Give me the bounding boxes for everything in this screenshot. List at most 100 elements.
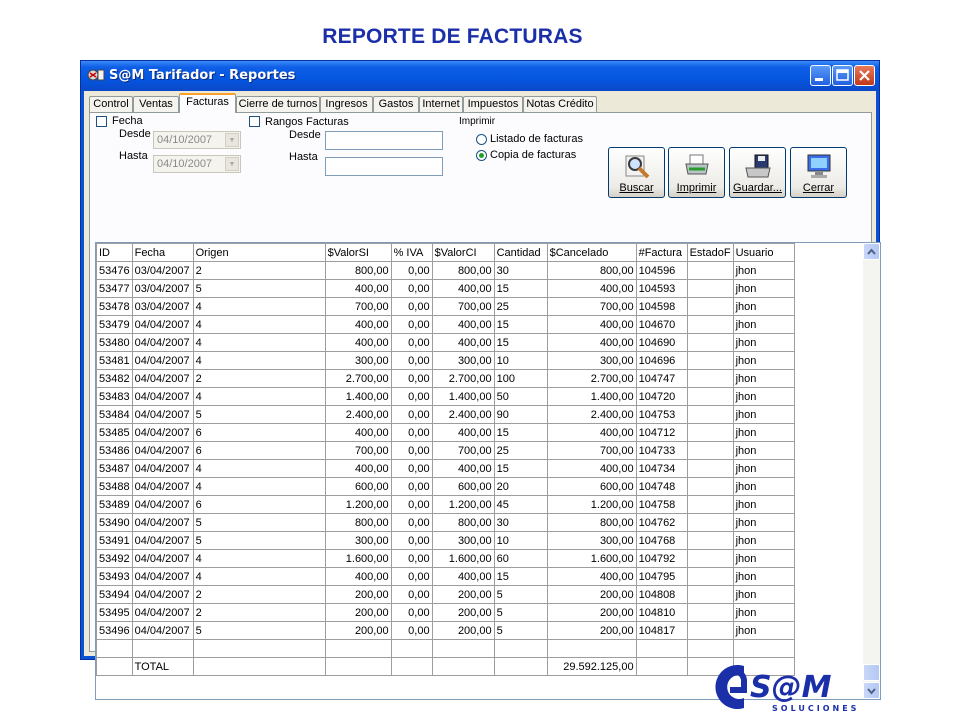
- table-cell[interactable]: 2.700,00: [431, 369, 495, 388]
- table-row[interactable]: 53490 04/04/2007 5 800,00 0,00 800,00 30 800,00…: [96, 513, 876, 532]
- table-cell[interactable]: [686, 351, 734, 370]
- table-cell[interactable]: 2.400,00: [324, 405, 392, 424]
- table-cell[interactable]: 04/04/2007: [131, 405, 194, 424]
- table-cell[interactable]: [686, 333, 734, 352]
- table-cell[interactable]: 03/04/2007: [131, 261, 194, 280]
- table-cell[interactable]: 104720: [635, 387, 688, 406]
- table-cell[interactable]: 25: [493, 441, 548, 460]
- table-cell[interactable]: 45: [493, 495, 548, 514]
- table-cell[interactable]: 4: [192, 351, 326, 370]
- table-cell[interactable]: 700,00: [324, 297, 392, 316]
- table-cell[interactable]: 04/04/2007: [131, 549, 194, 568]
- table-cell[interactable]: 200,00: [324, 621, 392, 640]
- tab-ingresos[interactable]: Ingresos: [320, 96, 373, 112]
- table-cell[interactable]: 53481: [96, 351, 133, 370]
- table-cell[interactable]: 2.700,00: [546, 369, 637, 388]
- table-cell[interactable]: 0,00: [390, 441, 433, 460]
- table-cell[interactable]: 400,00: [431, 315, 495, 334]
- table-cell[interactable]: [686, 405, 734, 424]
- table-cell[interactable]: 4: [192, 333, 326, 352]
- table-cell[interactable]: 5: [493, 621, 548, 640]
- table-cell[interactable]: jhon: [732, 261, 795, 280]
- table-cell[interactable]: 0,00: [390, 585, 433, 604]
- table-row[interactable]: 53496 04/04/2007 5 200,00 0,00 200,00 5 200,00 1…: [96, 621, 876, 640]
- table-cell[interactable]: 400,00: [431, 423, 495, 442]
- table-cell[interactable]: 5: [493, 603, 548, 622]
- table-cell[interactable]: 1.600,00: [431, 549, 495, 568]
- table-cell[interactable]: 10: [493, 531, 548, 550]
- table-cell[interactable]: 200,00: [324, 585, 392, 604]
- column-header[interactable]: $Cancelado: [546, 243, 637, 262]
- table-cell[interactable]: 104808: [635, 585, 688, 604]
- table-cell[interactable]: [96, 639, 133, 658]
- table-cell[interactable]: 4: [192, 477, 326, 496]
- table-cell[interactable]: 0,00: [390, 603, 433, 622]
- tab-ventas[interactable]: Ventas: [133, 96, 179, 112]
- table-cell[interactable]: 300,00: [431, 351, 495, 370]
- table-cell[interactable]: 100: [493, 369, 548, 388]
- table-cell[interactable]: jhon: [732, 477, 795, 496]
- table-cell[interactable]: 1.600,00: [324, 549, 392, 568]
- table-cell[interactable]: 0,00: [390, 531, 433, 550]
- table-row[interactable]: 53495 04/04/2007 2 200,00 0,00 200,00 5 200,00 1…: [96, 603, 876, 622]
- imprimir-button[interactable]: Imprimir: [668, 147, 725, 198]
- table-cell[interactable]: 0,00: [390, 495, 433, 514]
- table-cell[interactable]: 1.400,00: [546, 387, 637, 406]
- table-cell[interactable]: 30: [493, 261, 548, 280]
- table-row[interactable]: 53485 04/04/2007 6 400,00 0,00 400,00 15 400,00…: [96, 423, 876, 442]
- close-window-button[interactable]: [854, 65, 875, 86]
- table-cell[interactable]: 400,00: [324, 279, 392, 298]
- table-cell[interactable]: 400,00: [324, 333, 392, 352]
- table-cell[interactable]: [686, 297, 734, 316]
- table-cell[interactable]: 4: [192, 297, 326, 316]
- table-cell[interactable]: 2.400,00: [431, 405, 495, 424]
- table-cell[interactable]: 104792: [635, 549, 688, 568]
- table-cell[interactable]: 04/04/2007: [131, 423, 194, 442]
- table-cell[interactable]: 104762: [635, 513, 688, 532]
- table-cell[interactable]: 0,00: [390, 477, 433, 496]
- table-cell[interactable]: 53484: [96, 405, 133, 424]
- table-cell[interactable]: 700,00: [546, 297, 637, 316]
- table-cell[interactable]: 53492: [96, 549, 133, 568]
- table-cell[interactable]: 30: [493, 513, 548, 532]
- table-cell[interactable]: 0,00: [390, 423, 433, 442]
- fecha-hasta-picker[interactable]: 04/10/2007 ▼: [153, 155, 241, 173]
- table-row[interactable]: 53494 04/04/2007 2 200,00 0,00 200,00 5 200,00 1…: [96, 585, 876, 604]
- table-row[interactable]: 53492 04/04/2007 4 1.600,00 0,00 1.600,00 60 1.…: [96, 549, 876, 568]
- table-cell[interactable]: 104758: [635, 495, 688, 514]
- table-cell[interactable]: 5: [192, 279, 326, 298]
- table-cell[interactable]: 104810: [635, 603, 688, 622]
- table-cell[interactable]: 300,00: [546, 351, 637, 370]
- table-cell[interactable]: jhon: [732, 531, 795, 550]
- table-cell[interactable]: 15: [493, 567, 548, 586]
- table-cell[interactable]: 2: [192, 261, 326, 280]
- table-cell[interactable]: 15: [493, 423, 548, 442]
- table-row[interactable]: 53477 03/04/2007 5 400,00 0,00 400,00 15 400,00…: [96, 279, 876, 298]
- table-row[interactable]: 53482 04/04/2007 2 2.700,00 0,00 2.700,00 100 2…: [96, 369, 876, 388]
- table-cell[interactable]: 104753: [635, 405, 688, 424]
- table-cell[interactable]: 0,00: [390, 567, 433, 586]
- column-header[interactable]: EstadoF: [686, 243, 734, 262]
- table-cell[interactable]: 5: [192, 513, 326, 532]
- table-cell[interactable]: 53485: [96, 423, 133, 442]
- table-cell[interactable]: 03/04/2007: [131, 297, 194, 316]
- table-cell[interactable]: [686, 315, 734, 334]
- fecha-desde-picker[interactable]: 04/10/2007 ▼: [153, 131, 241, 149]
- table-cell[interactable]: 1.200,00: [546, 495, 637, 514]
- table-cell[interactable]: jhon: [732, 495, 795, 514]
- table-cell[interactable]: 104696: [635, 351, 688, 370]
- table-cell[interactable]: [493, 639, 548, 658]
- table-cell[interactable]: 300,00: [546, 531, 637, 550]
- table-cell[interactable]: 5: [192, 621, 326, 640]
- table-cell[interactable]: 1.400,00: [431, 387, 495, 406]
- table-cell[interactable]: 0,00: [390, 369, 433, 388]
- table-row[interactable]: 53483 04/04/2007 4 1.400,00 0,00 1.400,00 50 1.…: [96, 387, 876, 406]
- table-cell[interactable]: [686, 531, 734, 550]
- table-cell[interactable]: 25: [493, 297, 548, 316]
- tab-internet[interactable]: Internet: [419, 96, 463, 112]
- table-cell[interactable]: jhon: [732, 423, 795, 442]
- table-cell[interactable]: jhon: [732, 351, 795, 370]
- table-cell[interactable]: 5: [192, 531, 326, 550]
- table-cell[interactable]: 800,00: [546, 513, 637, 532]
- table-cell[interactable]: jhon: [732, 549, 795, 568]
